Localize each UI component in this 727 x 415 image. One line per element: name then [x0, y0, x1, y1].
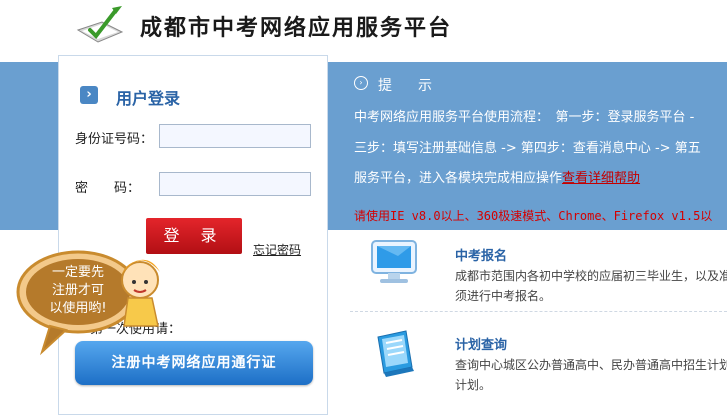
password-input[interactable]: [159, 172, 311, 196]
module-title-registration[interactable]: 中考报名: [455, 245, 507, 264]
password-label: 密 码：: [75, 181, 141, 196]
module-desc-registration-2: 须进行中考报名。: [455, 289, 552, 303]
module-desc-plan-query-2: 计划。: [455, 378, 492, 392]
notice-line-1: 中考网络应用服务平台使用流程： 第一步：登录服务平台 -: [354, 110, 695, 125]
login-title: 用户登录: [116, 89, 181, 108]
browser-warning: 请使用IE v8.0以上、360极速模式、Chrome、Firefox v1.5…: [354, 209, 713, 223]
chevron-right-icon: ›: [80, 86, 98, 104]
module-desc-registration-1: 成都市范围内各初中学校的应届初三毕业生，以及准: [455, 269, 727, 283]
divider: [350, 311, 727, 312]
monitor-icon: [371, 240, 417, 283]
notebook-icon: [377, 330, 414, 377]
logo-icon: [76, 6, 124, 43]
mascot-bubble: 一定要先 注册才可 以使用哟!: [16, 250, 160, 356]
notice-line-2: 三步：填写注册基础信息 -> 第四步：查看消息中心 -> 第五: [354, 141, 701, 156]
bubble-line-1: 一定要先: [52, 265, 104, 280]
id-number-input[interactable]: [159, 124, 311, 148]
notice-line-3: 服务平台，进入各模块完成相应操作查看详细帮助: [354, 167, 640, 186]
module-title-plan-query[interactable]: 计划查询: [455, 334, 507, 353]
header: 成都市中考网络应用服务平台: [0, 0, 727, 62]
notice-title: 提 示: [378, 78, 438, 94]
forgot-password-link[interactable]: 忘记密码: [253, 241, 301, 258]
site-title: 成都市中考网络应用服务平台: [140, 16, 453, 41]
help-link[interactable]: 查看详细帮助: [562, 171, 640, 186]
bubble-line-2: 注册才可: [52, 283, 104, 298]
module-desc-plan-query-1: 查询中心城区公办普通高中、民办普通高中招生计划: [455, 358, 727, 372]
bubble-line-3: 以使用哟!: [49, 300, 106, 316]
id-number-label: 身份证号码：: [75, 132, 154, 147]
notice-icon: ›: [354, 76, 368, 90]
notice-line-3-text: 服务平台，进入各模块完成相应操作: [354, 171, 563, 186]
